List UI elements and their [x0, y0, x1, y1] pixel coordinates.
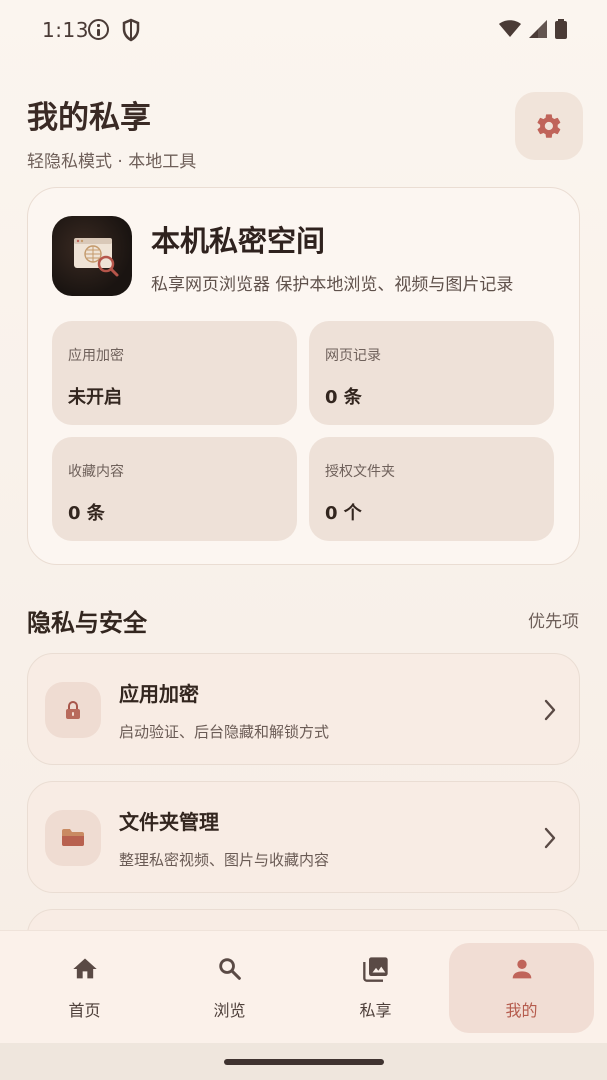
- person-icon: [512, 959, 531, 979]
- stat-app-lock[interactable]: 应用加密 未开启: [52, 321, 297, 425]
- stat-label: 收藏内容: [68, 464, 124, 480]
- stat-authorized-folders[interactable]: 授权文件夹 0 个: [309, 437, 554, 541]
- chevron-right-icon: [544, 827, 556, 849]
- stat-label: 授权文件夹: [325, 464, 395, 480]
- nav-item-browse[interactable]: 浏览: [157, 943, 302, 1033]
- settings-row-folder-management[interactable]: 文件夹管理 整理私密视频、图片与收藏内容: [27, 781, 580, 893]
- row-icon-container: [45, 682, 101, 738]
- wifi-icon: [499, 20, 521, 37]
- gear-icon: [537, 114, 561, 138]
- hero-description: 私享网页浏览器 保护本地浏览、视频与图片记录: [151, 275, 514, 295]
- lock-icon: [66, 701, 80, 719]
- nav-item-mine[interactable]: 我的: [449, 943, 594, 1033]
- nav-label: 首页: [68, 1001, 101, 1020]
- nav-label: 私享: [359, 1001, 392, 1020]
- gesture-handle[interactable]: [224, 1059, 384, 1065]
- browser-magnifier-icon: [74, 238, 119, 277]
- nav-item-private[interactable]: 私享: [303, 943, 448, 1033]
- folder-icon: [62, 829, 84, 846]
- nav-item-home[interactable]: 首页: [12, 943, 157, 1033]
- settings-button[interactable]: [515, 92, 583, 160]
- chevron-right-icon: [544, 699, 556, 721]
- signal-icon: [529, 20, 547, 38]
- stat-label: 网页记录: [325, 348, 381, 364]
- nav-label: 浏览: [213, 1001, 246, 1020]
- settings-row-app-lock[interactable]: 应用加密 启动验证、后台隐藏和解锁方式: [27, 653, 580, 765]
- page-subtitle: 轻隐私模式 · 本地工具: [27, 152, 197, 172]
- gallery-icon: [362, 957, 388, 982]
- section-action-link[interactable]: 优先项: [528, 607, 579, 632]
- stat-web-history[interactable]: 网页记录 0 条: [309, 321, 554, 425]
- private-space-card: 本机私密空间 私享网页浏览器 保护本地浏览、视频与图片记录 应用加密 未开启 网…: [27, 187, 580, 565]
- hero-title: 本机私密空间: [151, 224, 326, 258]
- stat-value: 未开启: [68, 387, 122, 408]
- row-description: 整理私密视频、图片与收藏内容: [119, 851, 330, 869]
- app-logo: [52, 216, 132, 296]
- info-icon: [88, 19, 109, 40]
- row-icon-container: [45, 810, 101, 866]
- stat-value: 0 条: [325, 387, 362, 408]
- shield-icon: [122, 18, 140, 42]
- status-time: 1:13: [42, 18, 89, 42]
- stat-value: 0 个: [325, 503, 362, 524]
- section-title: 隐私与安全: [27, 609, 147, 637]
- row-title: 应用加密: [119, 682, 199, 706]
- status-bar: 1:13: [0, 0, 607, 60]
- page-title: 我的私享: [27, 100, 151, 136]
- stat-value: 0 条: [68, 503, 105, 524]
- row-title: 文件夹管理: [119, 810, 219, 834]
- stat-label: 应用加密: [68, 348, 124, 364]
- bottom-navigation: 首页 浏览 私享 我的: [0, 930, 607, 1043]
- search-icon: [218, 958, 241, 980]
- home-icon: [72, 958, 97, 979]
- stat-favorites[interactable]: 收藏内容 0 条: [52, 437, 297, 541]
- battery-icon: [555, 19, 567, 39]
- nav-label: 我的: [505, 1001, 538, 1020]
- row-description: 启动验证、后台隐藏和解锁方式: [119, 723, 330, 741]
